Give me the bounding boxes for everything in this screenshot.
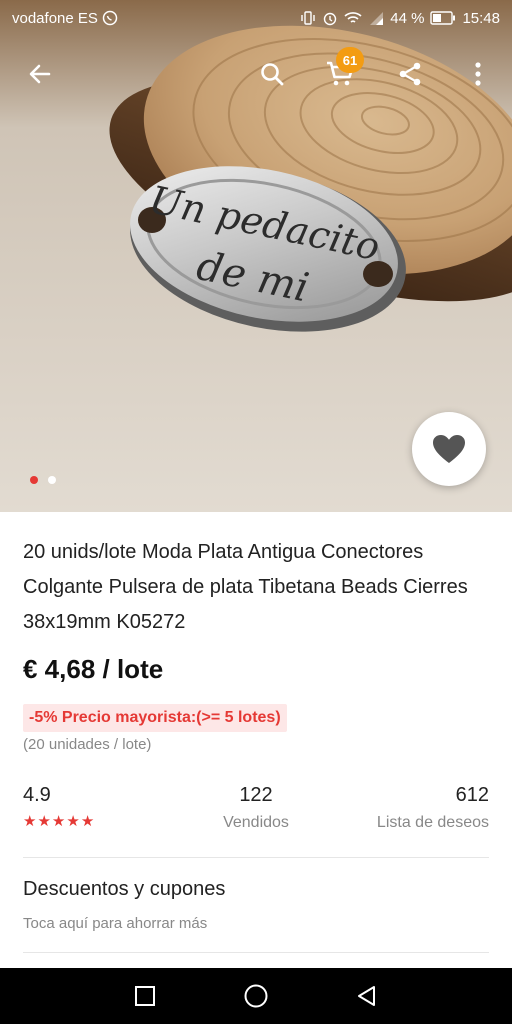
coupons-subtitle: Toca aquí para ahorrar más [23, 915, 208, 932]
star-icon: ★ [37, 813, 51, 830]
wholesale-promo-badge[interactable]: -5% Precio mayorista:(>= 5 lotes) [23, 704, 287, 732]
more-button[interactable] [456, 48, 500, 100]
product-image[interactable]: Un pedacito de mi vodafone ES 44 % 15:48… [0, 0, 512, 512]
battery-icon [430, 11, 456, 25]
battery-level: 44 % [390, 9, 425, 27]
system-back-button[interactable] [337, 968, 397, 1024]
heart-icon [433, 435, 465, 463]
search-button[interactable] [250, 48, 294, 100]
coupons-title: Descuentos y cupones [23, 878, 226, 900]
divider [23, 857, 489, 858]
gallery-dot[interactable] [48, 476, 56, 484]
wishlist-label: Lista de deseos [376, 814, 489, 831]
rating-stars[interactable]: ★ ★ ★ ★ ★ [23, 813, 94, 831]
share-button[interactable] [388, 48, 432, 100]
cart-count-badge: 61 [336, 47, 364, 73]
home-circle-icon [244, 984, 268, 1008]
share-icon [399, 62, 421, 86]
status-bar: vodafone ES 44 % 15:48 [0, 0, 512, 36]
system-nav-bar [0, 968, 512, 1024]
home-button[interactable] [226, 968, 286, 1024]
star-icon: ★ [80, 813, 95, 830]
signal-icon [368, 10, 384, 26]
recents-square-icon [135, 986, 156, 1006]
more-vertical-icon [475, 62, 481, 86]
vibrate-icon [300, 10, 316, 26]
rating-value: 4.9 [23, 784, 51, 806]
sold-label: Vendidos [223, 814, 289, 831]
recents-button[interactable] [115, 968, 175, 1024]
product-stats: 4.9 ★ ★ ★ ★ ★ 122 Vendidos 612 Lista de … [23, 780, 489, 836]
wifi-icon [344, 10, 362, 26]
gallery-pagination [30, 476, 56, 484]
star-icon: ★ [66, 813, 80, 830]
whatsapp-icon [102, 10, 118, 26]
gallery-dot[interactable] [30, 476, 38, 484]
arrow-left-icon [29, 64, 51, 84]
alarm-icon [322, 10, 338, 26]
product-title: 20 unids/lote Moda Plata Antigua Conecto… [23, 541, 468, 633]
unit-note: (20 unidades / lote) [23, 736, 152, 753]
star-icon: ★ [51, 813, 66, 830]
divider [23, 952, 489, 953]
product-details: 20 unids/lote Moda Plata Antigua Conecto… [0, 512, 512, 968]
product-price: € 4,68 / lote [23, 654, 164, 684]
wishlist-button[interactable] [412, 412, 486, 486]
top-toolbar [0, 48, 512, 100]
carrier-name: vodafone ES [12, 9, 98, 27]
wishlist-count: 612 [455, 784, 489, 806]
back-triangle-icon [357, 986, 375, 1006]
star-icon: ★ [23, 813, 37, 830]
back-button[interactable] [18, 48, 62, 100]
sold-count: 122 [239, 784, 273, 806]
search-icon [261, 63, 284, 86]
clock: 15:48 [462, 9, 500, 27]
